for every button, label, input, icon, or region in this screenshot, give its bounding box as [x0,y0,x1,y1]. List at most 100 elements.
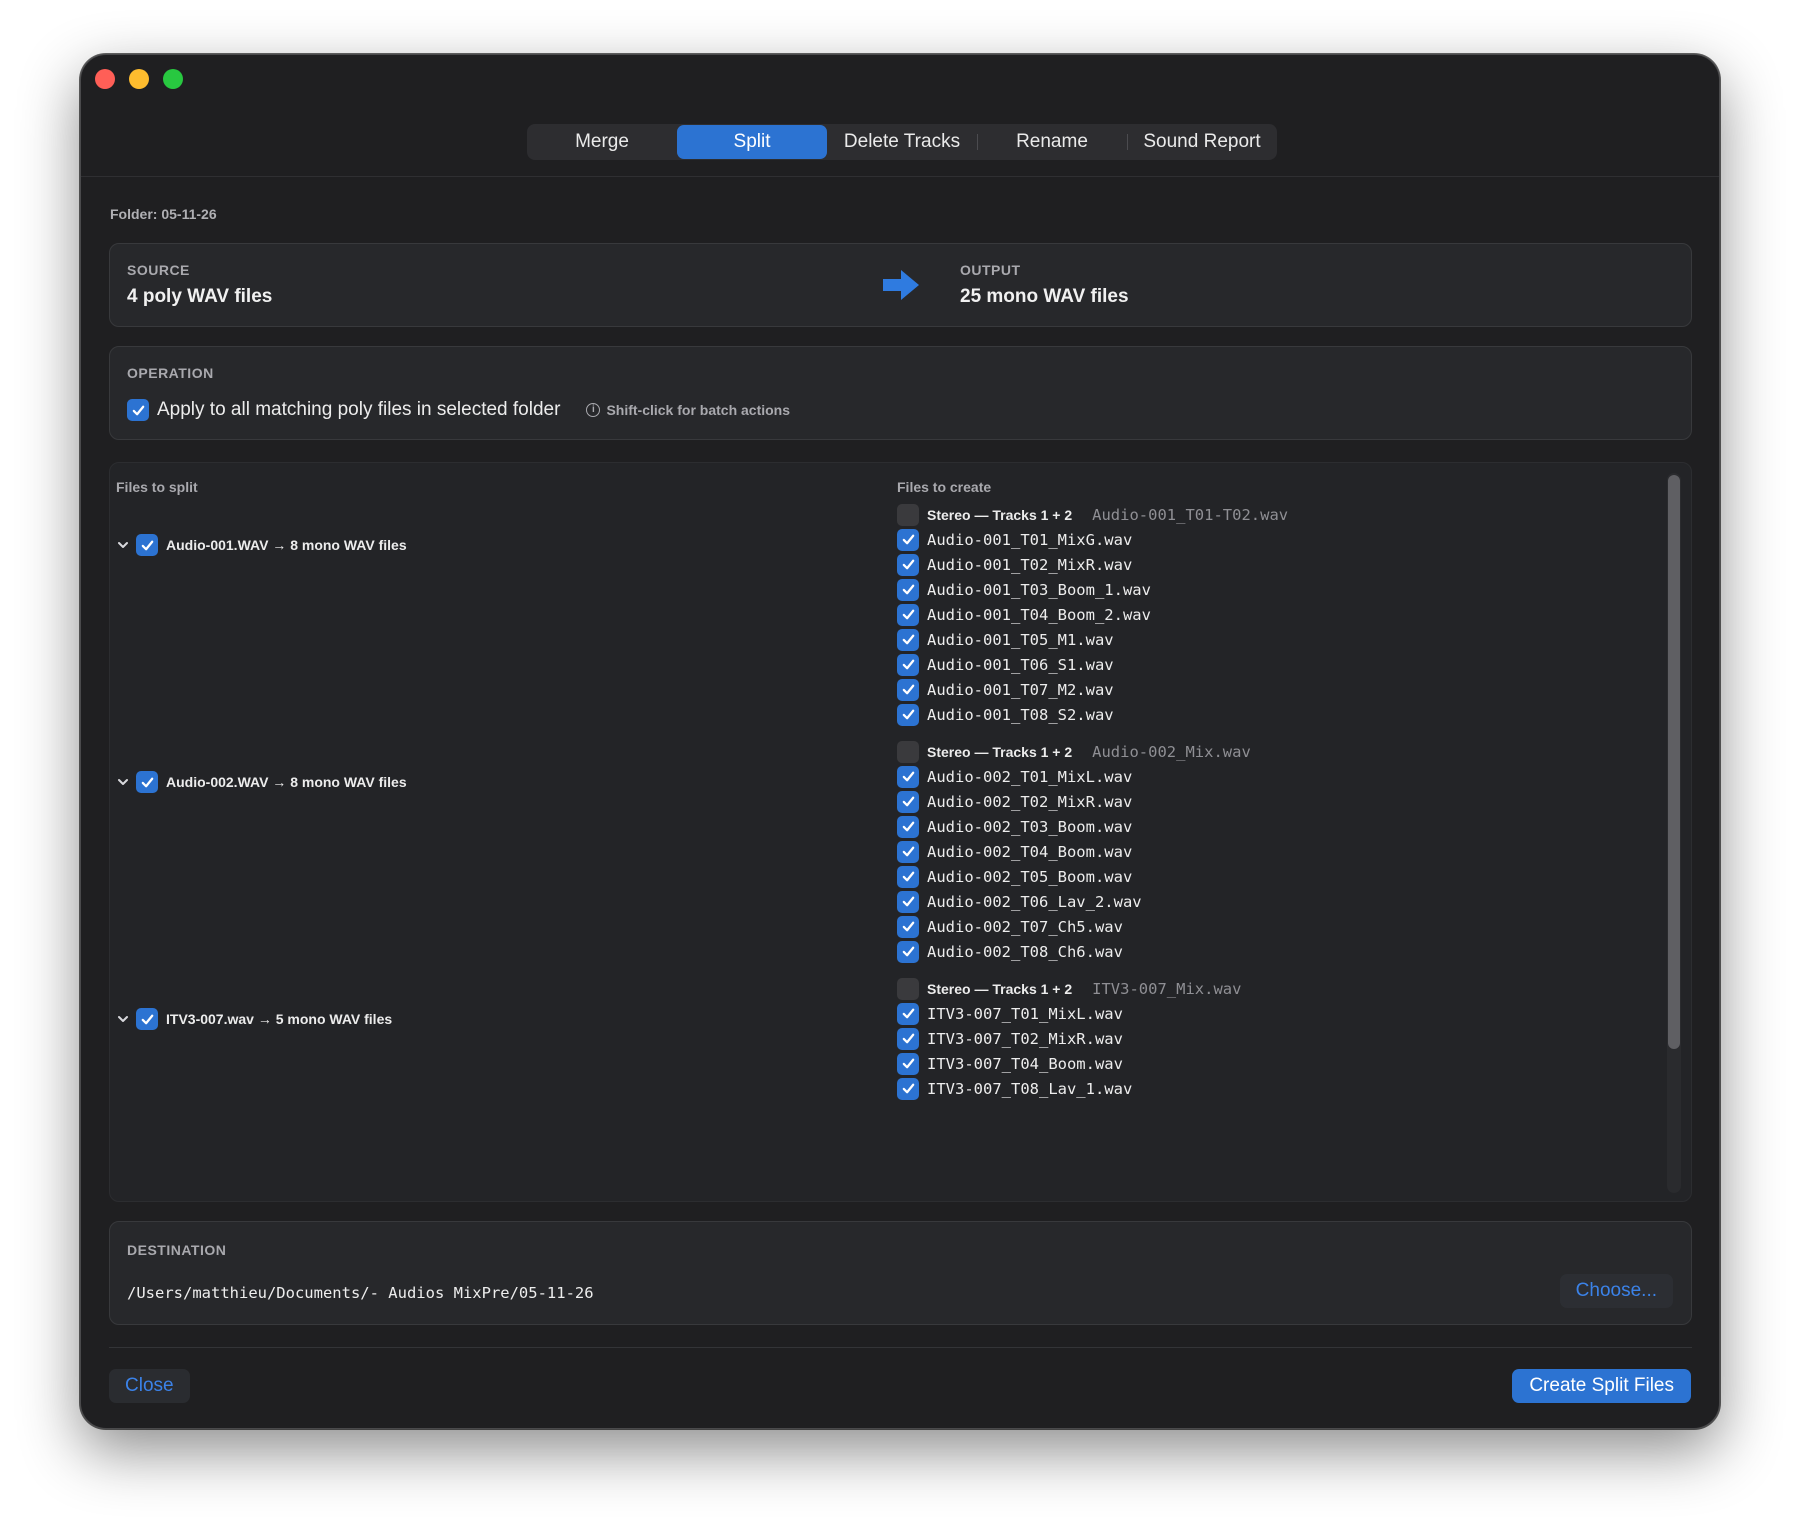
apply-all-checkbox[interactable] [127,399,149,421]
checkmark-icon [902,709,914,720]
output-file-group: Stereo — Tracks 1 + 2 Audio-002_Mix.wav Au… [897,739,1251,964]
chevron-down-icon[interactable] [116,538,130,552]
source-file-checkbox[interactable] [136,771,158,793]
operation-panel: OPERATION Apply to all matching poly fil… [109,346,1692,440]
output-file-row[interactable]: Audio-002_T04_Boom.wav [897,839,1251,864]
output-filename: Audio-002_T03_Boom.wav [927,817,1133,836]
checkmark-icon [902,896,914,907]
output-file-checkbox[interactable] [897,653,919,676]
choose-button[interactable]: Choose... [1559,1274,1673,1308]
mode-tabs: Merge Split Delete Tracks Rename Sound R… [527,124,1277,160]
footer-divider [109,1347,1692,1348]
zoom-window-button[interactable] [163,69,183,89]
stereo-checkbox[interactable] [897,977,919,1000]
chevron-down-icon[interactable] [116,775,130,789]
output-file-row[interactable]: ITV3-007_T01_MixL.wav [897,1001,1241,1026]
files-scroll-thumb[interactable] [1668,475,1680,1049]
output-file-checkbox[interactable] [897,678,919,701]
output-file-row[interactable]: Audio-001_T07_M2.wav [897,677,1288,702]
checkmark-icon [902,1033,914,1044]
source-file-item[interactable]: ITV3-007.wav → 5 mono WAV files [116,1008,392,1030]
output-file-checkbox[interactable] [897,790,919,813]
output-file-checkbox[interactable] [897,840,919,863]
output-file-row[interactable]: Audio-002_T05_Boom.wav [897,864,1251,889]
output-file-row[interactable]: Audio-002_T06_Lav_2.wav [897,889,1251,914]
output-file-row[interactable]: ITV3-007_T02_MixR.wav [897,1026,1241,1051]
close-button[interactable]: Close [109,1369,190,1403]
output-file-checkbox[interactable] [897,890,919,913]
checkmark-icon [141,540,153,550]
output-file-checkbox[interactable] [897,703,919,726]
stereo-label: Stereo — Tracks 1 + 2 [927,743,1073,760]
window-controls [95,69,183,89]
tab-merge[interactable]: Merge [527,125,677,159]
output-file-row[interactable]: Audio-001_T06_S1.wav [897,652,1288,677]
output-file-checkbox[interactable] [897,528,919,551]
chevron-down-icon[interactable] [116,1012,130,1026]
output-file-checkbox[interactable] [897,578,919,601]
output-file-checkbox[interactable] [897,815,919,838]
output-file-row[interactable]: Audio-002_T03_Boom.wav [897,814,1251,839]
output-file-checkbox[interactable] [897,1077,919,1100]
source-file-label: Audio-001.WAV → 8 mono WAV files [166,537,407,553]
output-file-checkbox[interactable] [897,765,919,788]
output-file-row[interactable]: Audio-001_T02_MixR.wav [897,552,1288,577]
output-file-checkbox[interactable] [897,1027,919,1050]
tab-delete-tracks[interactable]: Delete Tracks [827,125,977,159]
output-file-checkbox[interactable] [897,940,919,963]
stereo-option-row[interactable]: Stereo — Tracks 1 + 2 ITV3-007_Mix.wav [897,976,1241,1001]
output-file-row[interactable]: ITV3-007_T04_Boom.wav [897,1051,1241,1076]
output-label: OUTPUT [960,262,1021,278]
checkmark-icon [902,796,914,807]
create-split-files-button[interactable]: Create Split Files [1512,1369,1691,1403]
checkmark-icon [132,405,144,415]
close-window-button[interactable] [95,69,115,89]
tab-rename[interactable]: Rename [977,125,1127,159]
output-file-checkbox[interactable] [897,915,919,938]
titlebar-divider [81,176,1719,177]
arrow-right-icon [883,270,919,300]
output-file-row[interactable]: ITV3-007_T08_Lav_1.wav [897,1076,1241,1101]
output-file-checkbox[interactable] [897,628,919,651]
source-file-item[interactable]: Audio-001.WAV → 8 mono WAV files [116,534,407,556]
stereo-checkbox[interactable] [897,503,919,526]
source-file-item[interactable]: Audio-002.WAV → 8 mono WAV files [116,771,407,793]
output-file-row[interactable]: Audio-002_T01_MixL.wav [897,764,1251,789]
source-output-panel: SOURCE 4 poly WAV files OUTPUT 25 mono W… [109,243,1692,327]
output-file-row[interactable]: Audio-001_T05_M1.wav [897,627,1288,652]
output-file-checkbox[interactable] [897,553,919,576]
output-file-row[interactable]: Audio-002_T02_MixR.wav [897,789,1251,814]
output-filename: ITV3-007_T04_Boom.wav [927,1054,1123,1073]
output-file-row[interactable]: Audio-002_T08_Ch6.wav [897,939,1251,964]
output-file-checkbox[interactable] [897,865,919,888]
minimize-window-button[interactable] [129,69,149,89]
output-file-checkbox[interactable] [897,1052,919,1075]
output-file-row[interactable]: Audio-001_T01_MixG.wav [897,527,1288,552]
source-file-label: ITV3-007.wav → 5 mono WAV files [166,1011,393,1027]
stereo-option-row[interactable]: Stereo — Tracks 1 + 2 Audio-002_Mix.wav [897,739,1251,764]
checkmark-icon [902,846,914,857]
output-filename: ITV3-007_T08_Lav_1.wav [927,1079,1133,1098]
apply-all-label[interactable]: Apply to all matching poly files in sele… [157,399,560,421]
output-file-row[interactable]: Audio-002_T07_Ch5.wav [897,914,1251,939]
files-panel: Files to split Files to create Audio-001… [109,462,1692,1202]
output-filename: ITV3-007_T02_MixR.wav [927,1029,1123,1048]
batch-hint: i Shift-click for batch actions [586,402,790,418]
output-filename: Audio-001_T04_Boom_2.wav [927,605,1151,624]
destination-panel: DESTINATION /Users/matthieu/Documents/- … [109,1221,1692,1325]
checkmark-icon [902,559,914,570]
output-file-row[interactable]: Audio-001_T04_Boom_2.wav [897,602,1288,627]
files-scrollbar[interactable] [1667,473,1681,1193]
tab-split[interactable]: Split [677,125,827,159]
batch-hint-text: Shift-click for batch actions [606,402,791,418]
output-file-row[interactable]: Audio-001_T08_S2.wav [897,702,1288,727]
output-file-checkbox[interactable] [897,1002,919,1025]
output-file-row[interactable]: Audio-001_T03_Boom_1.wav [897,577,1288,602]
source-file-checkbox[interactable] [136,534,158,556]
stereo-option-row[interactable]: Stereo — Tracks 1 + 2 Audio-001_T01-T02.w… [897,502,1288,527]
output-file-checkbox[interactable] [897,603,919,626]
stereo-checkbox[interactable] [897,740,919,763]
tab-sound-report[interactable]: Sound Report [1127,125,1277,159]
source-file-checkbox[interactable] [136,1008,158,1030]
checkmark-icon [902,946,914,957]
